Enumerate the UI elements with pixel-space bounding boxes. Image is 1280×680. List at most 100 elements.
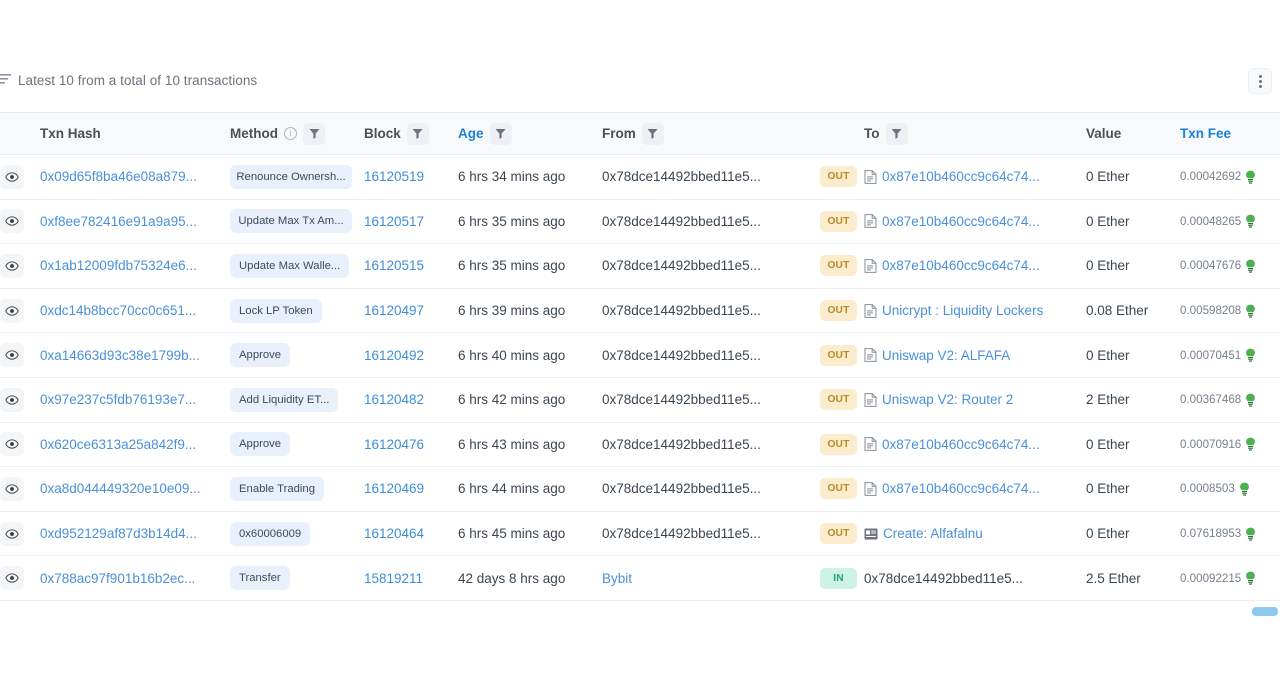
to-address-link[interactable]: 0x87e10b460cc9c64c74... [882,481,1040,496]
block-number-link[interactable]: 16120515 [364,258,424,273]
row-age-cell: 6 hrs 34 mins ago [458,154,602,200]
method-badge[interactable]: Approve [230,343,291,368]
column-label[interactable]: Age [458,126,484,141]
method-badge[interactable]: Enable Trading [230,476,324,501]
preview-eye-button[interactable] [0,164,24,189]
funnel-icon [495,129,506,139]
column-label[interactable]: Txn Fee [1180,126,1231,141]
column-header-age[interactable]: Age [458,112,602,155]
txn-hash-link[interactable]: 0x1ab12009fdb75324e6... [40,258,197,273]
preview-eye-button[interactable] [0,343,24,368]
eye-icon [5,573,19,583]
value-text: 0 Ether [1086,436,1130,452]
kebab-menu-icon[interactable] [1248,68,1272,94]
preview-eye-button[interactable] [0,476,24,501]
txn-hash-link[interactable]: 0xa14663d93c38e1799b... [40,348,200,363]
direction-badge: OUT [820,433,857,455]
filter-method-button[interactable] [303,122,325,145]
method-badge[interactable]: Lock LP Token [230,298,322,323]
column-label: Method [230,126,278,141]
preview-eye-button[interactable] [0,253,24,278]
txn-hash-link[interactable]: 0x97e237c5fdb76193e7... [40,392,196,407]
row-method-cell: Transfer [230,555,364,601]
row-direction-cell: OUT [820,154,864,200]
row-hash-cell: 0x97e237c5fdb76193e7... [40,377,230,423]
value-text: 0 Ether [1086,213,1130,229]
row-age-cell: 6 hrs 35 mins ago [458,199,602,245]
block-number-link[interactable]: 15819211 [364,571,423,586]
to-address-link[interactable]: Uniswap V2: Router 2 [882,392,1013,407]
preview-eye-button[interactable] [0,432,24,457]
row-age-cell: 6 hrs 44 mins ago [458,466,602,512]
to-address-link[interactable]: 0x87e10b460cc9c64c74... [882,258,1040,273]
value-text: 2.5 Ether [1086,570,1141,586]
row-direction-cell: OUT [820,466,864,512]
filter-from-button[interactable] [641,122,664,145]
block-number-link[interactable]: 16120482 [364,392,424,407]
method-badge[interactable]: Add Liquidity ET... [230,387,339,412]
contract-doc-icon [864,169,877,184]
block-number-link[interactable]: 16120476 [364,437,424,452]
to-address-link[interactable]: 0x87e10b460cc9c64c74... [882,214,1040,229]
method-badge[interactable]: Approve [230,432,291,457]
preview-eye-button[interactable] [0,521,24,546]
method-badge[interactable]: Transfer [230,566,290,591]
filter-to-button[interactable] [885,122,908,145]
column-header-to: To [864,112,1086,155]
to-address-link[interactable]: 0x87e10b460cc9c64c74... [882,437,1040,452]
row-hash-cell: 0x1ab12009fdb75324e6... [40,243,230,289]
preview-eye-button[interactable] [0,387,24,412]
row-value-cell: 2.5 Ether [1086,555,1180,601]
row-from-cell: 0x78dce14492bbed11e5... [602,511,820,557]
row-age-cell: 6 hrs 42 mins ago [458,377,602,423]
row-fee-cell: 0.00070916 [1180,422,1280,468]
preview-eye-button[interactable] [0,566,24,591]
row-block-cell: 16120476 [364,422,458,468]
to-address-link[interactable]: Create: Alfafalnu [883,526,983,541]
value-text: 2 Ether [1086,392,1130,408]
method-badge[interactable]: Update Max Walle... [230,253,350,278]
txn-hash-link[interactable]: 0x620ce6313a25a842f9... [40,437,196,452]
txn-hash-link[interactable]: 0xa8d044449320e10e09... [40,481,201,496]
info-icon[interactable]: i [284,127,297,140]
to-address-link[interactable]: Unicrypt : Liquidity Lockers [882,303,1043,318]
filter-block-button[interactable] [406,122,429,145]
contract-doc-icon [864,482,877,496]
block-number-link[interactable]: 16120519 [364,169,424,184]
block-number-link[interactable]: 16120517 [364,214,424,229]
transactions-table: Txn Hash Method i Block Age From To Valu… [0,112,1280,601]
row-method-cell: 0x60006009 [230,511,364,557]
row-method-cell: Lock LP Token [230,288,364,334]
age-text: 6 hrs 44 mins ago [458,481,566,497]
txn-hash-link[interactable]: 0x788ac97f901b16b2ec... [40,571,195,586]
direction-badge: OUT [820,255,857,277]
to-address-link[interactable]: 0x87e10b460cc9c64c74... [882,169,1040,184]
txn-hash-link[interactable]: 0xd952129af87d3b14d4... [40,526,197,541]
from-address-link[interactable]: Bybit [602,571,632,586]
preview-eye-button[interactable] [0,209,24,234]
from-address-text: 0x78dce14492bbed11e5... [602,303,761,319]
preview-eye-button[interactable] [0,298,24,323]
column-header-fee[interactable]: Txn Fee [1180,112,1280,155]
block-number-link[interactable]: 16120497 [364,303,424,318]
row-preview-cell [0,243,40,289]
txn-hash-link[interactable]: 0x09d65f8ba46e08a879... [40,169,197,184]
method-badge[interactable]: Update Max Tx Am... [230,209,352,234]
horizontal-scrollbar-thumb[interactable] [1252,607,1278,616]
filter-age-button[interactable] [489,122,512,145]
method-badge[interactable]: Renounce Ownersh... [230,164,352,189]
row-to-cell: Create: Alfafalnu [864,511,1086,557]
method-badge[interactable]: 0x60006009 [230,521,311,546]
txn-hash-link[interactable]: 0xdc14b8bcc70cc0c651... [40,303,196,318]
row-to-cell: 0x87e10b460cc9c64c74... [864,422,1086,468]
eye-icon [5,305,19,316]
row-value-cell: 0 Ether [1086,422,1180,468]
block-number-link[interactable]: 16120469 [364,481,424,496]
row-to-cell: Unicrypt : Liquidity Lockers [864,288,1086,334]
to-address-link[interactable]: Uniswap V2: ALFAFA [882,348,1010,363]
block-number-link[interactable]: 16120492 [364,348,424,363]
row-value-cell: 0.08 Ether [1086,288,1180,334]
contract-doc-icon [864,392,877,407]
txn-hash-link[interactable]: 0xf8ee782416e91a9a95... [40,214,197,229]
block-number-link[interactable]: 16120464 [364,526,424,541]
